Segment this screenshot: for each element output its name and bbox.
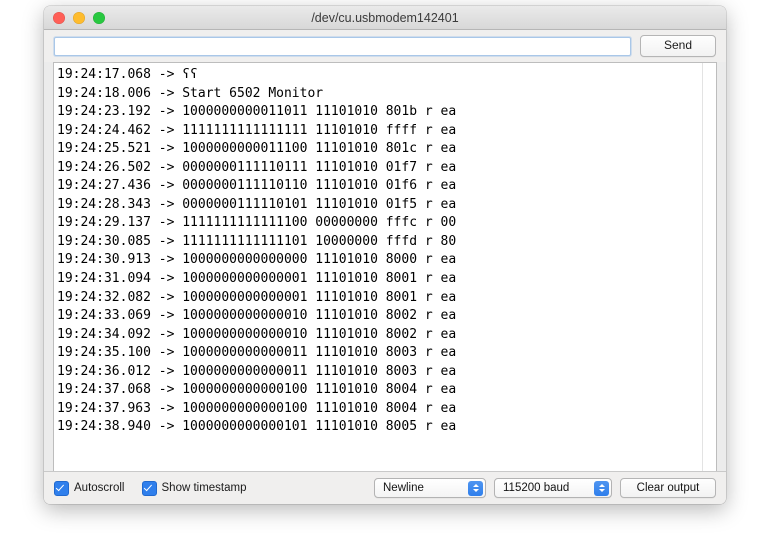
console-line: 19:24:29.137 -> 1111111111111100 0000000…	[57, 214, 702, 233]
console-line: 19:24:30.085 -> 1111111111111101 1000000…	[57, 233, 702, 252]
show-timestamp-option[interactable]: Show timestamp	[142, 481, 247, 496]
console-line: 19:24:24.462 -> 1111111111111111 1110101…	[57, 122, 702, 141]
desktop-background: /dev/cu.usbmodem142401 Send 19:24:17.068…	[0, 0, 768, 546]
console-line: 19:24:26.502 -> 0000000111110111 1110101…	[57, 159, 702, 178]
console-line: 19:24:38.940 -> 1000000000000101 1110101…	[57, 418, 702, 437]
window-title: /dev/cu.usbmodem142401	[44, 11, 726, 25]
autoscroll-option[interactable]: Autoscroll	[54, 481, 125, 496]
line-ending-select[interactable]: Newline	[374, 478, 486, 498]
console-line: 19:24:25.521 -> 1000000000011100 1110101…	[57, 140, 702, 159]
console-output[interactable]: 19:24:17.068 -> ʕʕ19:24:18.006 -> Start …	[54, 63, 702, 471]
close-button-icon[interactable]	[53, 12, 65, 24]
console-line: 19:24:17.068 -> ʕʕ	[57, 66, 702, 85]
console-line: 19:24:30.913 -> 1000000000000000 1110101…	[57, 251, 702, 270]
clear-output-button[interactable]: Clear output	[620, 478, 716, 498]
show-timestamp-checkbox[interactable]	[142, 481, 157, 496]
baud-rate-value: 115200 baud	[503, 482, 569, 494]
console-line: 19:24:37.963 -> 1000000000000100 1110101…	[57, 400, 702, 419]
serial-send-input[interactable]	[54, 37, 631, 56]
console-line: 19:24:36.012 -> 1000000000000011 1110101…	[57, 363, 702, 382]
chevron-updown-icon[interactable]	[594, 481, 609, 496]
send-button[interactable]: Send	[640, 35, 716, 57]
console-line: 19:24:28.343 -> 0000000111110101 1110101…	[57, 196, 702, 215]
autoscroll-checkbox[interactable]	[54, 481, 69, 496]
bottom-toolbar: Autoscroll Show timestamp Newline 115200…	[44, 471, 726, 504]
console-line: 19:24:27.436 -> 0000000111110110 1110101…	[57, 177, 702, 196]
console-line: 19:24:18.006 -> Start 6502 Monitor	[57, 85, 702, 104]
console-line: 19:24:35.100 -> 1000000000000011 1110101…	[57, 344, 702, 363]
console-output-panel: 19:24:17.068 -> ʕʕ19:24:18.006 -> Start …	[53, 62, 717, 471]
autoscroll-label: Autoscroll	[74, 482, 125, 494]
console-line: 19:24:32.082 -> 1000000000000001 1110101…	[57, 289, 702, 308]
serial-monitor-window: /dev/cu.usbmodem142401 Send 19:24:17.068…	[44, 6, 726, 504]
baud-rate-select[interactable]: 115200 baud	[494, 478, 612, 498]
console-line: 19:24:34.092 -> 1000000000000010 1110101…	[57, 326, 702, 345]
window-titlebar[interactable]: /dev/cu.usbmodem142401	[44, 6, 726, 30]
console-line: 19:24:37.068 -> 1000000000000100 1110101…	[57, 381, 702, 400]
console-scrollbar[interactable]	[702, 63, 716, 471]
window-controls	[44, 12, 105, 24]
console-line: 19:24:31.094 -> 1000000000000001 1110101…	[57, 270, 702, 289]
chevron-updown-icon[interactable]	[468, 481, 483, 496]
minimize-button-icon[interactable]	[73, 12, 85, 24]
console-line: 19:24:33.069 -> 1000000000000010 1110101…	[57, 307, 702, 326]
show-timestamp-label: Show timestamp	[162, 482, 247, 494]
line-ending-value: Newline	[383, 482, 424, 494]
maximize-button-icon[interactable]	[93, 12, 105, 24]
send-bar: Send	[44, 30, 726, 62]
console-line: 19:24:23.192 -> 1000000000011011 1110101…	[57, 103, 702, 122]
